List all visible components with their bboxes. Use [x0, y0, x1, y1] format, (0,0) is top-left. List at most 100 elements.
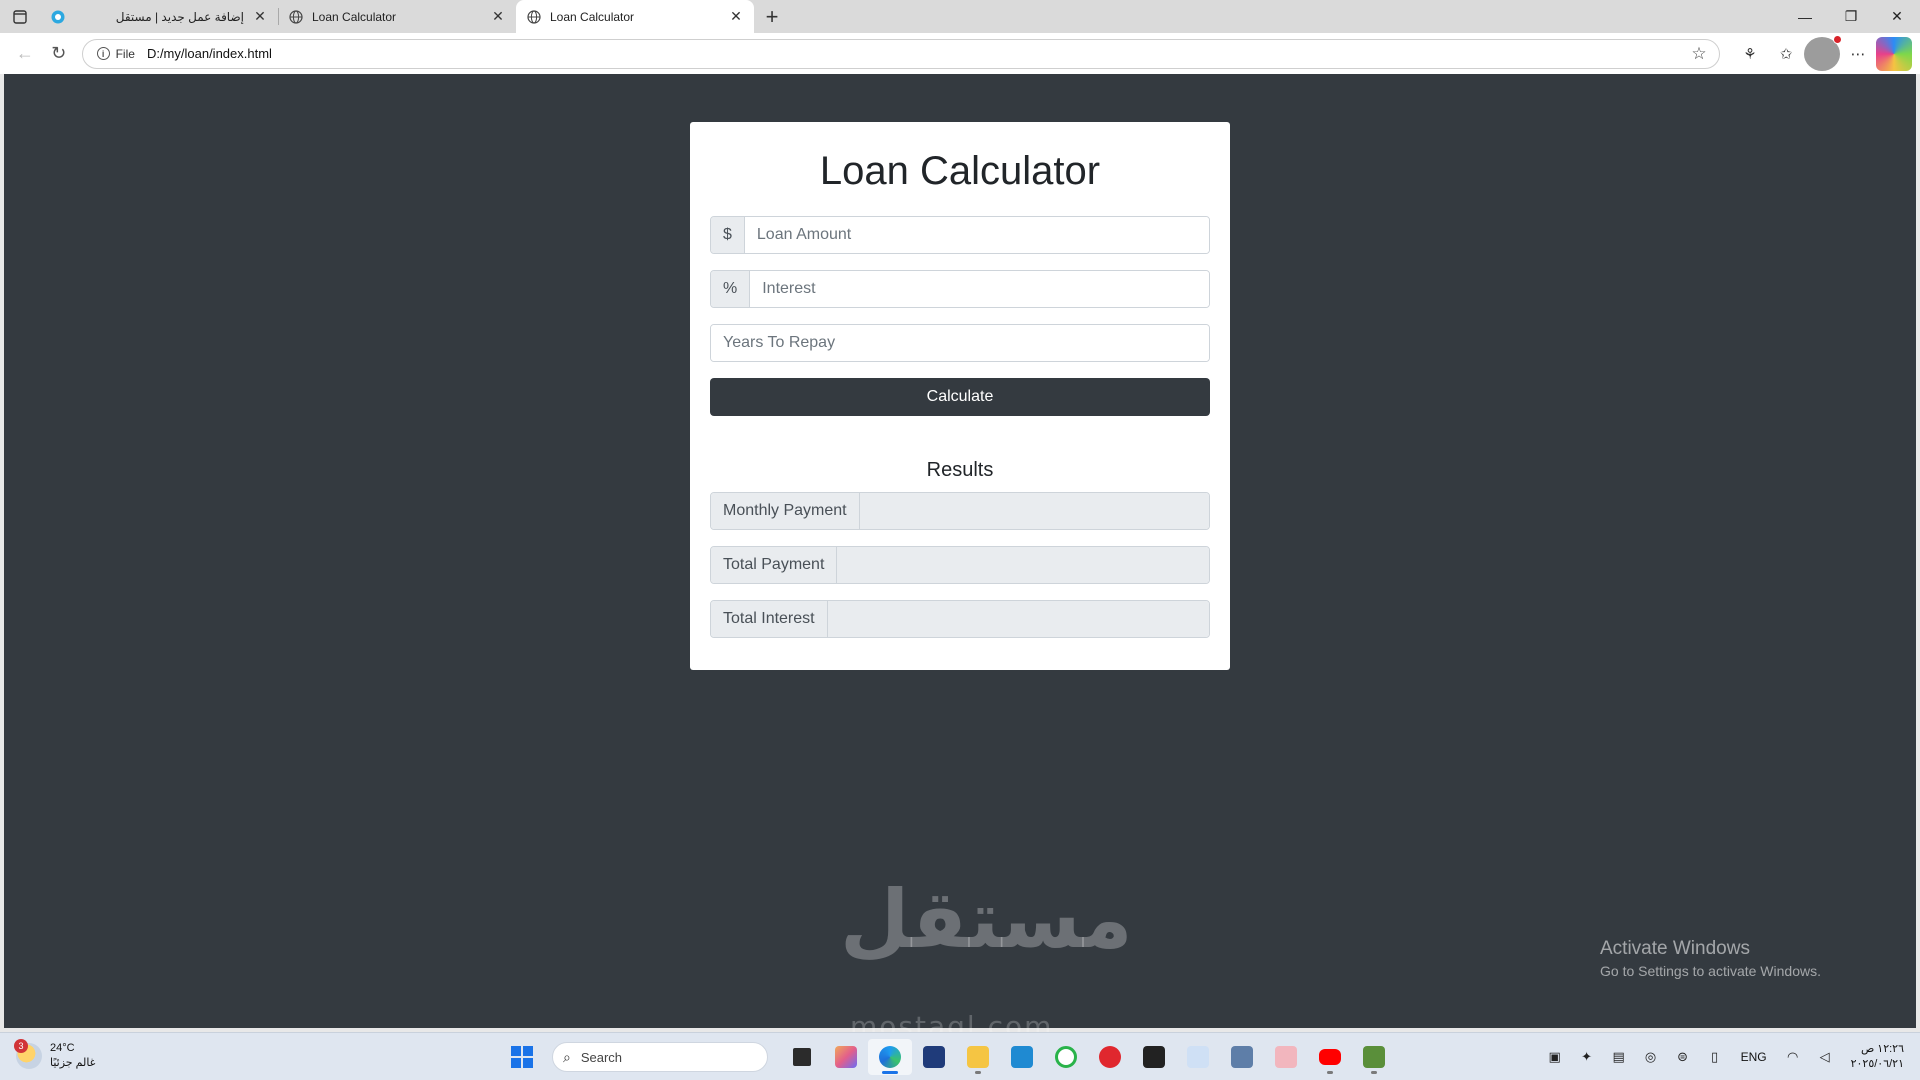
reload-icon: ↻: [51, 43, 67, 63]
info-icon: i: [96, 47, 110, 60]
years-to-repay-input[interactable]: [711, 325, 1209, 361]
interest-input[interactable]: [750, 271, 1209, 307]
tab-actions-button[interactable]: [0, 0, 40, 33]
copilot-icon: [1876, 36, 1912, 71]
tab-loan-calculator-active[interactable]: Loan Calculator ✕: [516, 0, 754, 33]
close-tab-icon[interactable]: ✕: [490, 8, 506, 25]
close-window-icon[interactable]: ✕: [1874, 0, 1920, 33]
plus-icon: +: [765, 3, 779, 29]
task-view-button[interactable]: [780, 1039, 824, 1075]
back-button[interactable]: ←: [8, 37, 42, 71]
copilot-app[interactable]: [824, 1039, 868, 1075]
browser-toolbar: ← ↻ i File D:/my/loan/index.html ☆ ⚘ ✩ ⋯: [0, 33, 1920, 74]
favorites-icon[interactable]: ✩: [1768, 37, 1804, 71]
loan-calculator-card: Loan Calculator $ % Calculate Results Mo…: [690, 122, 1230, 670]
mostaql-watermark: مستقل: [840, 873, 1133, 966]
search-icon: ⌕: [563, 1048, 571, 1065]
scheme-label: File: [115, 46, 135, 61]
pinned-apps: [780, 1039, 1396, 1075]
whatsapp-icon: [1055, 1046, 1077, 1068]
monthly-payment-output[interactable]: [859, 493, 1209, 529]
wifi-icon[interactable]: ◠: [1777, 1049, 1809, 1065]
usb-icon[interactable]: ▯: [1699, 1049, 1731, 1065]
close-tab-icon[interactable]: ✕: [252, 8, 268, 25]
tab-actions-icon: [13, 9, 27, 24]
total-payment-output[interactable]: [837, 547, 1209, 583]
mostaql-favicon-icon: [50, 9, 66, 25]
vpn-icon[interactable]: ⊜: [1667, 1049, 1699, 1065]
loan-amount-input[interactable]: [744, 217, 1209, 253]
weather-temperature: 24°C: [50, 1042, 75, 1054]
copilot-app-icon: [835, 1046, 857, 1068]
clock-date: ٢٠٢٥/٠٦/٢١: [1850, 1058, 1904, 1070]
app-network[interactable]: [1220, 1039, 1264, 1075]
taskbar-center: ⌕ Search: [504, 1039, 1396, 1075]
reload-button[interactable]: ↻: [42, 37, 76, 71]
profile-button[interactable]: [1804, 34, 1842, 71]
close-tab-icon[interactable]: ✕: [728, 8, 744, 25]
years-group: [710, 324, 1210, 362]
edge-icon: [879, 1046, 901, 1068]
extensions-icon[interactable]: ⚘: [1732, 37, 1768, 71]
toolbar-icons: ⚘ ✩ ⋯: [1732, 34, 1912, 71]
tab-title: إضافة عمل جديد | مستقل: [115, 9, 244, 24]
more-menu-icon[interactable]: ⋯: [1840, 37, 1876, 71]
nvidia-icon[interactable]: ▣: [1539, 1049, 1571, 1065]
store-icon: [923, 1046, 945, 1068]
copilot-tray-icon[interactable]: ✦: [1571, 1049, 1603, 1065]
tab-title: Loan Calculator: [550, 9, 635, 24]
url-text[interactable]: D:/my/loan/index.html: [147, 46, 1685, 61]
tab-loan-calculator[interactable]: Loan Calculator ✕: [278, 0, 516, 33]
youtube-app[interactable]: [1308, 1039, 1352, 1075]
search-placeholder: Search: [580, 1049, 623, 1065]
windows-logo-icon: [511, 1046, 521, 1056]
epic-games-app[interactable]: [1132, 1039, 1176, 1075]
taskbar-search[interactable]: ⌕ Search: [552, 1042, 768, 1072]
address-bar[interactable]: i File D:/my/loan/index.html ☆: [81, 38, 1720, 69]
weather-widget[interactable]: 3 24°C غالم جزئيًا: [14, 1039, 95, 1071]
results-heading: Results: [926, 459, 994, 481]
vscode-app[interactable]: [1000, 1039, 1044, 1075]
file-explorer-app[interactable]: [956, 1039, 1000, 1075]
tray-app-icon-2[interactable]: ◎: [1635, 1049, 1667, 1065]
edge-app[interactable]: [868, 1039, 912, 1075]
interest-group: %: [710, 270, 1210, 308]
total-payment-group: Total Payment: [710, 546, 1210, 584]
avatar: [1804, 34, 1842, 71]
monthly-payment-group: Monthly Payment: [710, 492, 1210, 530]
total-interest-label: Total Interest: [711, 601, 828, 637]
clock-time: ١٢:٢٦ ص: [1860, 1043, 1904, 1055]
vscode-icon: [1011, 1046, 1033, 1068]
copilot-button[interactable]: [1876, 36, 1912, 71]
restore-icon[interactable]: ❐: [1828, 0, 1874, 33]
taskbar: 3 24°C غالم جزئيًا ⌕ Search ▣ ✦ ▤ ◎ ⊜ ▯ …: [0, 1032, 1920, 1080]
tray-app-icon[interactable]: ▤: [1603, 1049, 1635, 1065]
calculate-button[interactable]: Calculate: [710, 378, 1210, 416]
total-payment-label: Total Payment: [711, 547, 838, 583]
clock[interactable]: ١٢:٢٦ ص ٢٠٢٥/٠٦/٢١: [1851, 1042, 1904, 1072]
total-interest-output[interactable]: [827, 601, 1209, 637]
new-tab-button[interactable]: +: [754, 0, 790, 33]
minimize-icon[interactable]: —: [1782, 0, 1828, 33]
loan-amount-group: $: [710, 216, 1210, 254]
whatsapp-app[interactable]: [1044, 1039, 1088, 1075]
tab-title: Loan Calculator: [312, 9, 397, 24]
folder-icon: [967, 1046, 989, 1068]
store-app[interactable]: [912, 1039, 956, 1075]
task-view-icon: [793, 1048, 811, 1066]
total-interest-group: Total Interest: [710, 600, 1210, 638]
favorite-star-icon[interactable]: ☆: [1685, 44, 1713, 64]
volume-icon[interactable]: ◁: [1809, 1049, 1841, 1065]
youtube-icon: [1319, 1049, 1341, 1065]
app-te[interactable]: [1176, 1039, 1220, 1075]
tab-mostaql[interactable]: إضافة عمل جديد | مستقل ✕: [40, 0, 278, 33]
start-button[interactable]: [504, 1039, 540, 1075]
language-indicator[interactable]: ENG: [1731, 1050, 1777, 1064]
system-tray: ▣ ✦ ▤ ◎ ⊜ ▯ ENG ◠ ◁ ١٢:٢٦ ص ٢٠٢٥/٠٦/٢١: [1539, 1039, 1904, 1075]
app-red[interactable]: [1264, 1039, 1308, 1075]
te-icon: [1187, 1046, 1209, 1068]
anydesk-icon: [1099, 1046, 1121, 1068]
minecraft-app[interactable]: [1352, 1039, 1396, 1075]
site-info-chip[interactable]: i File: [89, 43, 143, 65]
anydesk-app[interactable]: [1088, 1039, 1132, 1075]
